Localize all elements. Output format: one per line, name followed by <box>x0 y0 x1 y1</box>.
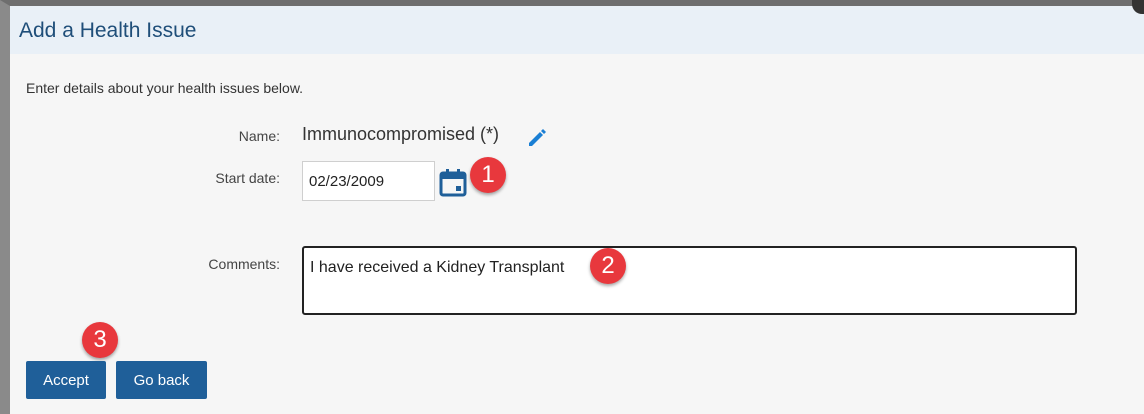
annotation-badge-2: 2 <box>590 248 626 284</box>
calendar-icon[interactable] <box>438 168 468 198</box>
go-back-button[interactable]: Go back <box>116 361 207 399</box>
name-label: Name: <box>238 128 280 144</box>
dialog-header: Add a Health Issue <box>10 6 1144 54</box>
pencil-icon[interactable] <box>526 126 548 148</box>
start-date-input[interactable] <box>302 161 435 201</box>
annotation-badge-3: 3 <box>82 322 118 358</box>
health-issue-name: Immunocompromised (*) <box>302 124 500 144</box>
accept-button[interactable]: Accept <box>26 361 106 399</box>
health-issue-dialog: Add a Health Issue Enter details about y… <box>0 0 1144 414</box>
start-date-label: Start date: <box>215 170 280 186</box>
comments-label: Comments: <box>208 256 280 272</box>
dialog-intro-text: Enter details about your health issues b… <box>26 80 304 96</box>
dialog-title: Add a Health Issue <box>19 19 197 42</box>
annotation-badge-1: 1 <box>470 157 506 193</box>
comments-field[interactable]: I have received a Kidney Transplant <box>302 246 1077 315</box>
